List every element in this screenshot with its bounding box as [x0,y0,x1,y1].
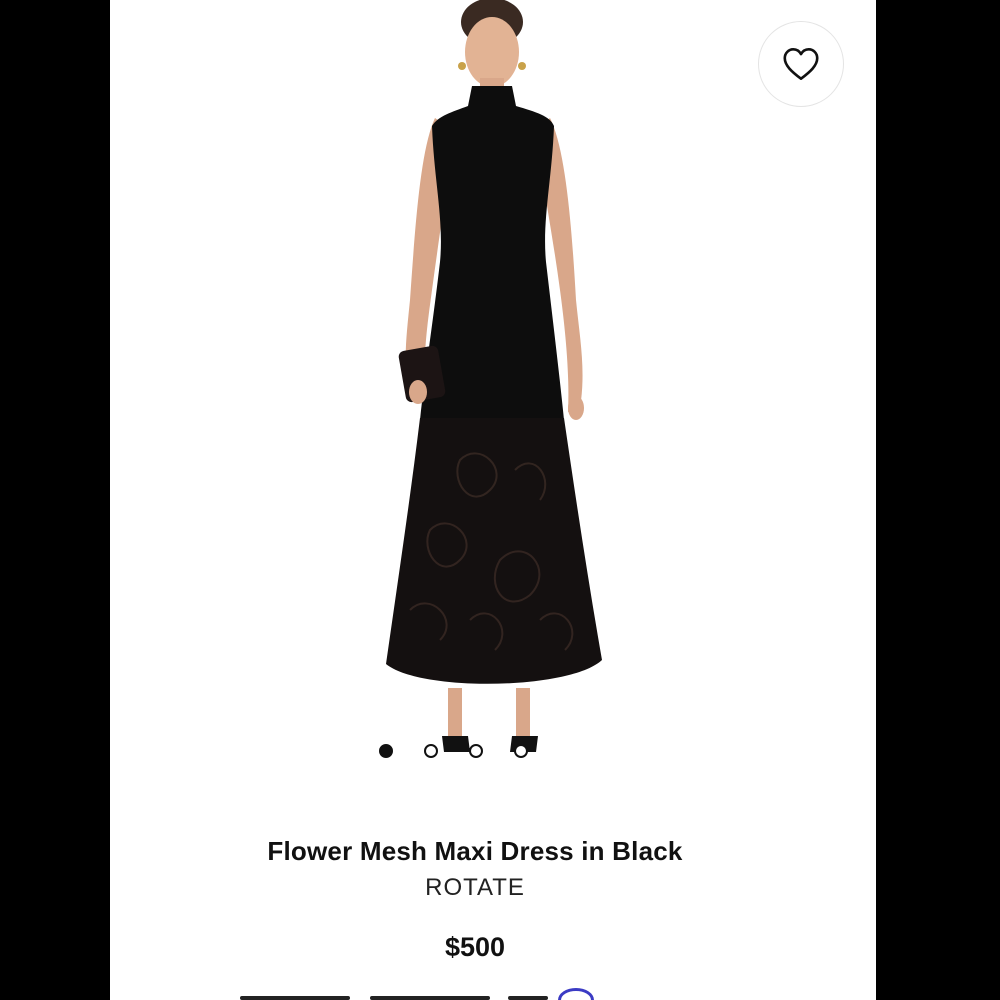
carousel-dot-4[interactable] [513,744,528,758]
cut-off-logo-icon [558,988,594,1000]
carousel-pagination [110,744,836,760]
carousel-dot-3[interactable] [468,744,483,758]
carousel-dot-2[interactable] [423,744,438,758]
product-title: Flower Mesh Maxi Dress in Black [267,836,683,866]
wishlist-button[interactable] [758,21,844,107]
product-price: $500 [444,932,506,962]
product-image-gallery[interactable] [110,0,876,790]
right-letterbox [876,0,1000,1000]
product-detail-page: Flower Mesh Maxi Dress in Black ROTATE $… [110,0,876,1000]
product-photo [386,0,602,752]
left-letterbox [0,0,110,1000]
cut-off-text-fragment [370,996,490,1000]
product-brand[interactable]: ROTATE [110,874,858,902]
carousel-dot-1[interactable] [378,744,393,758]
cut-off-text-fragment [508,996,548,1000]
cut-off-content-row [240,988,640,1000]
cut-off-text-fragment [240,996,350,1000]
heart-icon [783,48,819,80]
